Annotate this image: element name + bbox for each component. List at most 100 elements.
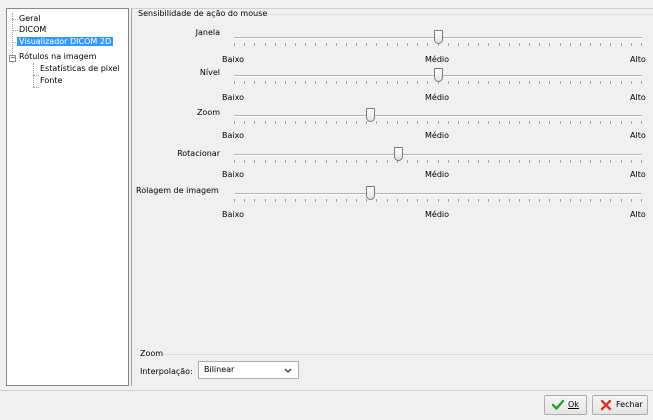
collapse-icon[interactable]: − (9, 55, 16, 62)
slider-tick (356, 43, 357, 46)
slider-tick (478, 160, 479, 163)
slider-tick (346, 43, 347, 46)
slider-tick (387, 43, 388, 46)
slider-tick (315, 43, 316, 46)
slider-tick (427, 121, 428, 124)
slider-tick (407, 121, 408, 124)
slider-tick (509, 43, 510, 46)
slider-tick (458, 81, 459, 84)
scale-high-label: Alto (630, 55, 646, 64)
slider-tick (499, 81, 500, 84)
slider-tick (549, 43, 550, 46)
close-button-label: Fechar (616, 400, 643, 409)
slider-tick (254, 160, 255, 163)
slider-label-rotacionar: Rotacionar (177, 149, 220, 158)
slider-tick (488, 81, 489, 84)
slider-tick (315, 81, 316, 84)
slider-tick (549, 199, 550, 202)
slider-tick (509, 121, 510, 124)
slider-tick (529, 43, 530, 46)
slider-tick (234, 121, 235, 124)
slider-tick (549, 81, 550, 84)
scale-low-label: Baixo (222, 210, 244, 219)
slider-tick (275, 199, 276, 202)
scale-high-label: Alto (630, 131, 646, 140)
slider-tick (621, 43, 622, 46)
tree-item-fonte[interactable]: Fonte (38, 75, 64, 87)
slider-tick (499, 121, 500, 124)
tree-item-visualizador-dicom-2d[interactable]: Visualizador DICOM 2D (17, 36, 114, 48)
slider-tick (265, 121, 266, 124)
slider-tick (448, 81, 449, 84)
slider-tick (529, 160, 530, 163)
slider-tick (417, 43, 418, 46)
tree-item-label: Visualizador DICOM 2D (17, 37, 114, 46)
slider-thumb[interactable] (434, 68, 443, 82)
slider-tick (610, 121, 611, 124)
slider-tick (621, 160, 622, 163)
scale-low-label: Baixo (222, 55, 244, 64)
slider-rolagem-de-imagem[interactable] (234, 184, 642, 210)
slider-tick (234, 43, 235, 46)
slider-tick (610, 160, 611, 163)
slider-tick (336, 160, 337, 163)
slider-tick (590, 160, 591, 163)
scale-mid-label: Médio (425, 170, 450, 179)
slider-tick (265, 199, 266, 202)
slider-nivel[interactable] (234, 66, 642, 92)
slider-tick (458, 160, 459, 163)
slider-tick (570, 199, 571, 202)
slider-janela[interactable] (234, 28, 642, 54)
slider-tick (549, 160, 550, 163)
slider-tick (468, 81, 469, 84)
zoom-group-title: Zoom (140, 349, 164, 358)
slider-tick (590, 199, 591, 202)
tree-item-rotulos-na-imagem[interactable]: Rótulos na imagem (17, 51, 98, 63)
slider-tick (265, 160, 266, 163)
slider-tick (580, 121, 581, 124)
slider-tick (499, 43, 500, 46)
slider-tick (407, 199, 408, 202)
slider-tick (244, 81, 245, 84)
slider-thumb[interactable] (434, 30, 443, 44)
slider-tick (499, 199, 500, 202)
slider-tick (326, 121, 327, 124)
slider-zoom[interactable] (234, 106, 642, 132)
slider-tick (519, 160, 520, 163)
slider-thumb[interactable] (394, 147, 403, 161)
slider-rotacionar[interactable] (234, 145, 642, 171)
slider-tick (387, 81, 388, 84)
slider-tick (539, 199, 540, 202)
slider-tick (580, 43, 581, 46)
slider-tick (295, 199, 296, 202)
close-button[interactable]: Fechar (592, 395, 648, 415)
slider-tick (254, 199, 255, 202)
interpolation-select[interactable]: Bilinear (198, 361, 299, 379)
tree-item-dicom[interactable]: DICOM (17, 24, 48, 36)
slider-thumb[interactable] (366, 108, 375, 122)
slider-tick (397, 121, 398, 124)
slider-tick (407, 81, 408, 84)
slider-tick (560, 199, 561, 202)
slider-tick (336, 43, 337, 46)
slider-tick (631, 121, 632, 124)
slider-tick (600, 121, 601, 124)
slider-tick (346, 199, 347, 202)
slider-tick (366, 121, 367, 124)
slider-tick (336, 81, 337, 84)
slider-tick (549, 121, 550, 124)
slider-tick (590, 121, 591, 124)
scale-low-label: Baixo (222, 93, 244, 102)
slider-tick (488, 160, 489, 163)
preferences-tree[interactable]: Geral DICOM Visualizador DICOM 2D − Rótu… (6, 8, 129, 386)
slider-tick (234, 199, 235, 202)
slider-tick (336, 199, 337, 202)
ok-button[interactable]: Ok (544, 395, 587, 415)
slider-tick (478, 43, 479, 46)
slider-thumb[interactable] (366, 186, 375, 200)
slider-tick (397, 199, 398, 202)
tree-item-estatisticas-de-pixel[interactable]: Estatísticas de pixel (38, 63, 122, 75)
slider-tick (275, 121, 276, 124)
slider-tick (478, 121, 479, 124)
slider-tick (478, 81, 479, 84)
